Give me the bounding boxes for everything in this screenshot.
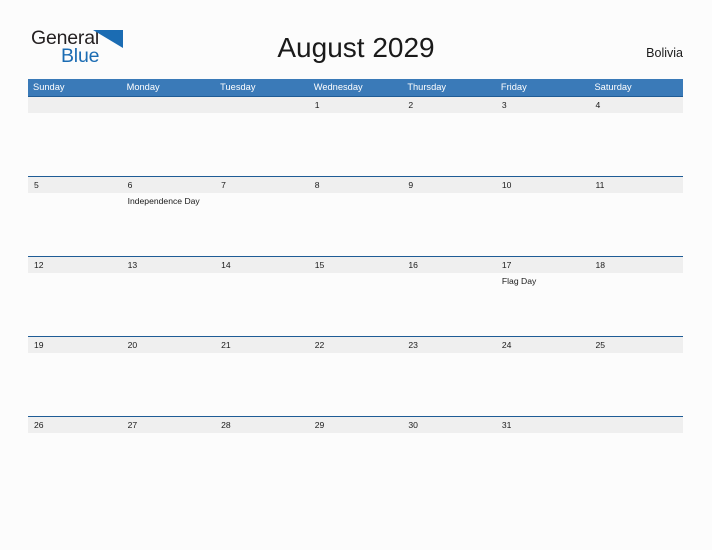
day-event	[589, 353, 683, 416]
week-row: 19 20 21 22 23 24 25	[28, 336, 683, 416]
weekday-header-row: Sunday Monday Tuesday Wednesday Thursday…	[28, 79, 683, 96]
day-number[interactable]: 25	[589, 337, 683, 353]
day-number[interactable]: 5	[28, 177, 122, 193]
calendar-page: General Blue August 2029 Bolivia Sunday …	[0, 0, 712, 550]
day-number[interactable]: 19	[28, 337, 122, 353]
day-event	[122, 433, 216, 496]
week-event-area	[28, 433, 683, 496]
day-event-independence-day: Independence Day	[127, 196, 200, 206]
day-number[interactable]: 30	[402, 417, 496, 433]
day-event	[589, 113, 683, 176]
day-event	[28, 433, 122, 496]
day-event	[28, 273, 122, 336]
week-date-band: 19 20 21 22 23 24 25	[28, 337, 683, 353]
day-event	[496, 433, 590, 496]
day-event	[496, 353, 590, 416]
day-number[interactable]: 31	[496, 417, 590, 433]
week-row: 26 27 28 29 30 31	[28, 416, 683, 496]
day-event	[215, 113, 309, 176]
day-event	[589, 433, 683, 496]
day-event	[309, 113, 403, 176]
day-number[interactable]: 20	[122, 337, 216, 353]
calendar-grid: Sunday Monday Tuesday Wednesday Thursday…	[28, 79, 683, 496]
day-number[interactable]: 26	[28, 417, 122, 433]
day-event	[402, 273, 496, 336]
day-event	[122, 113, 216, 176]
week-row: 5 6 7 8 9 10 11 Independence Day	[28, 176, 683, 256]
day-number[interactable]: 21	[215, 337, 309, 353]
day-event	[402, 193, 496, 256]
day-number[interactable]: 18	[589, 257, 683, 273]
day-number[interactable]	[589, 417, 683, 433]
day-event	[309, 433, 403, 496]
day-event	[402, 113, 496, 176]
day-number[interactable]: 8	[309, 177, 403, 193]
day-event	[589, 273, 683, 336]
weekday-sunday: Sunday	[33, 82, 65, 92]
day-number[interactable]: 28	[215, 417, 309, 433]
day-event	[309, 353, 403, 416]
weekday-saturday: Saturday	[594, 82, 632, 92]
week-date-band: 1 2 3 4	[28, 97, 683, 113]
week-event-area: Flag Day	[28, 273, 683, 336]
day-event	[309, 273, 403, 336]
day-number[interactable]	[28, 97, 122, 113]
day-event	[402, 353, 496, 416]
week-date-band: 5 6 7 8 9 10 11	[28, 177, 683, 193]
day-number[interactable]: 7	[215, 177, 309, 193]
day-event	[402, 433, 496, 496]
day-number[interactable]: 27	[122, 417, 216, 433]
day-event	[28, 353, 122, 416]
day-number[interactable]: 11	[589, 177, 683, 193]
page-header: General Blue August 2029 Bolivia	[0, 0, 712, 65]
day-number[interactable]: 9	[402, 177, 496, 193]
day-event	[309, 193, 403, 256]
day-event	[496, 113, 590, 176]
day-number[interactable]: 3	[496, 97, 590, 113]
weekday-wednesday: Wednesday	[313, 82, 363, 92]
day-number[interactable]: 4	[589, 97, 683, 113]
day-number[interactable]: 29	[309, 417, 403, 433]
day-number[interactable]: 10	[496, 177, 590, 193]
week-date-band: 26 27 28 29 30 31	[28, 417, 683, 433]
day-number[interactable]: 2	[402, 97, 496, 113]
day-number[interactable]: 1	[309, 97, 403, 113]
week-event-area	[28, 113, 683, 176]
weekday-friday: Friday	[500, 82, 527, 92]
day-event	[122, 273, 216, 336]
page-title: August 2029	[277, 32, 435, 63]
weekday-monday: Monday	[126, 82, 160, 92]
day-event	[496, 193, 590, 256]
day-event	[28, 113, 122, 176]
day-number[interactable]: 6	[122, 177, 216, 193]
day-number[interactable]: 14	[215, 257, 309, 273]
weekday-tuesday: Tuesday	[220, 82, 256, 92]
week-row: 1 2 3 4	[28, 96, 683, 176]
day-event	[215, 353, 309, 416]
day-event	[215, 193, 309, 256]
day-event	[122, 353, 216, 416]
weekday-thursday: Thursday	[407, 82, 447, 92]
day-number[interactable]	[122, 97, 216, 113]
day-event-flag-day: Flag Day	[501, 276, 537, 286]
day-event	[28, 193, 122, 256]
week-row: 12 13 14 15 16 17 18 Flag Day	[28, 256, 683, 336]
week-event-area	[28, 353, 683, 416]
country-label: Bolivia	[646, 46, 683, 60]
day-number[interactable]: 15	[309, 257, 403, 273]
day-number[interactable]: 16	[402, 257, 496, 273]
day-number[interactable]: 12	[28, 257, 122, 273]
day-number[interactable]: 24	[496, 337, 590, 353]
day-event	[215, 273, 309, 336]
day-number[interactable]: 13	[122, 257, 216, 273]
day-number[interactable]: 22	[309, 337, 403, 353]
week-event-area: Independence Day	[28, 193, 683, 256]
week-date-band: 12 13 14 15 16 17 18	[28, 257, 683, 273]
day-number[interactable]	[215, 97, 309, 113]
day-number[interactable]: 17	[496, 257, 590, 273]
day-event	[589, 193, 683, 256]
day-event	[215, 433, 309, 496]
day-number[interactable]: 23	[402, 337, 496, 353]
